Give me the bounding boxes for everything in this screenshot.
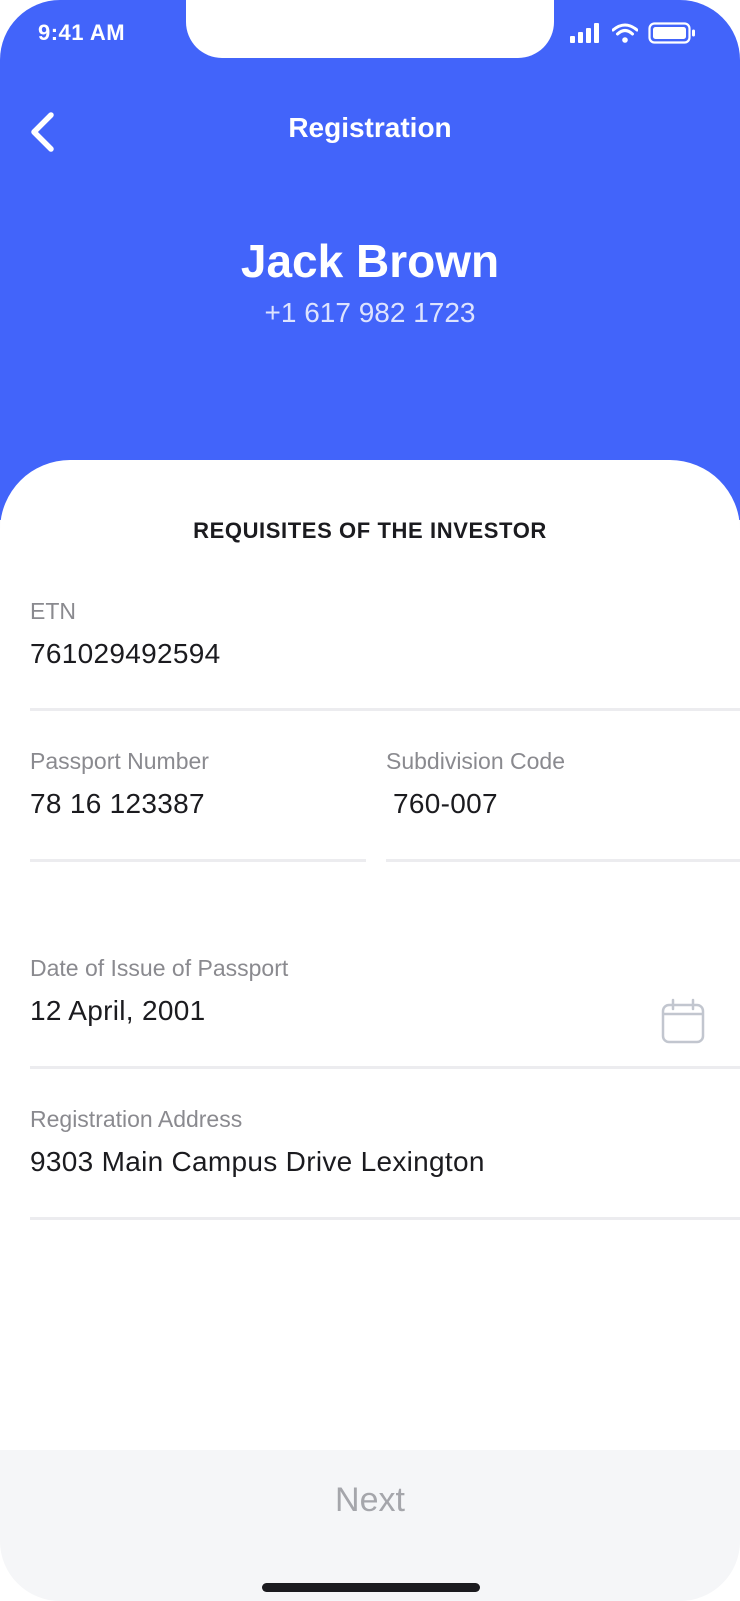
user-name: Jack Brown [240,235,500,287]
phone-screen: 9:41 AM Registration Jack Brown +1 617 9… [0,0,740,1601]
issue-date-value: 12 April, 2001 [30,995,206,1026]
issue-date-field[interactable]: Date of Issue of Passport 12 April, 2001 [30,955,740,1071]
subdivision-code-label: Subdivision Code [386,748,566,774]
subdivision-code-field[interactable]: Subdivision Code 760-007 [386,748,740,864]
passport-number-label: Passport Number [30,748,209,774]
device-notch [186,0,554,58]
address-underline [30,1217,740,1220]
section-title: REQUISITES OF THE INVESTOR [193,518,547,543]
status-icons [570,22,696,44]
next-button[interactable]: Next [0,1450,740,1550]
wifi-icon [612,23,638,43]
address-label: Registration Address [30,1106,243,1132]
calendar-button[interactable] [660,997,706,1045]
status-time: 9:41 AM [38,20,126,45]
etn-label: ETN [30,598,76,624]
subdivision-code-underline [386,859,740,862]
issue-date-underline [30,1066,740,1069]
passport-number-value: 78 16 123387 [30,788,205,819]
issue-date-label: Date of Issue of Passport [30,955,289,981]
subdivision-code-value: 760-007 [393,788,498,819]
address-field[interactable]: Registration Address 9303 Main Campus Dr… [30,1106,740,1222]
etn-value: 761029492594 [30,638,221,669]
address-value: 9303 Main Campus Drive Lexington [30,1146,485,1177]
signal-icon [570,23,599,43]
etn-field[interactable]: ETN 761029492594 [30,598,740,714]
etn-underline [30,708,740,711]
home-indicator [262,1583,480,1592]
passport-number-underline [30,859,366,862]
page-title: Registration [288,112,452,143]
passport-number-field[interactable]: Passport Number 78 16 123387 [30,748,366,864]
battery-icon [648,22,695,44]
user-phone: +1 617 982 1723 [264,297,476,328]
calendar-icon [661,998,705,1044]
